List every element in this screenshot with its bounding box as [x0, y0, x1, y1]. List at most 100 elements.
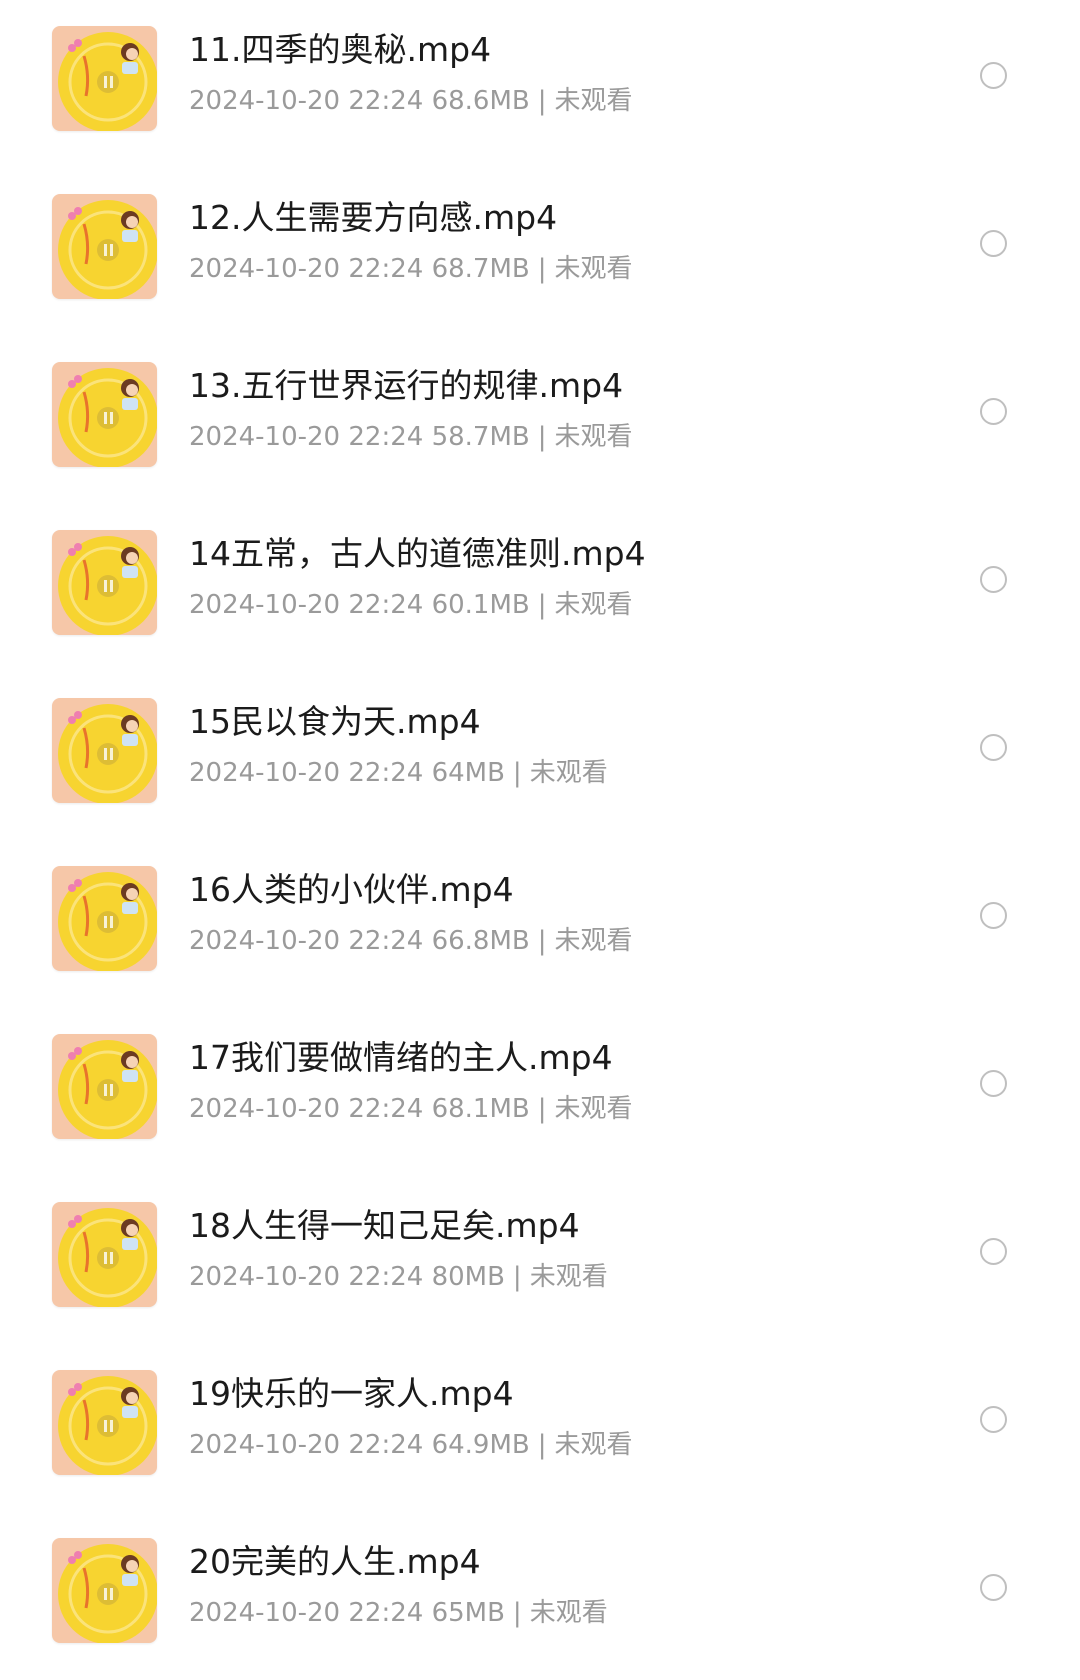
- video-thumbnail-icon[interactable]: [52, 362, 157, 467]
- select-radio[interactable]: [980, 902, 1007, 929]
- thumbnail-artwork: [58, 872, 157, 971]
- list-item[interactable]: 18人生得一知己足矣.mp4 2024-10-20 22:24 80MB | 未观看: [0, 1176, 1080, 1344]
- file-title: 18人生得一知己足矣.mp4: [189, 1206, 580, 1245]
- video-thumbnail-icon[interactable]: [52, 1370, 157, 1475]
- file-size: 64MB: [431, 758, 505, 788]
- select-radio[interactable]: [980, 1070, 1007, 1097]
- select-radio[interactable]: [980, 734, 1007, 761]
- meta-separator: |: [537, 422, 547, 452]
- file-title: 20完美的人生.mp4: [189, 1542, 481, 1581]
- watch-status: 未观看: [554, 254, 633, 284]
- thumbnail-artwork: [58, 368, 157, 467]
- list-item[interactable]: 16人类的小伙伴.mp4 2024-10-20 22:24 66.8MB | 未观看: [0, 840, 1080, 1008]
- meta-separator: |: [512, 1598, 522, 1628]
- select-radio[interactable]: [980, 1406, 1007, 1433]
- file-meta: 2024-10-20 22:24 68.7MB | 未观看: [189, 252, 633, 286]
- file-size: 60.1MB: [431, 590, 530, 620]
- list-item[interactable]: 17我们要做情绪的主人.mp4 2024-10-20 22:24 68.1MB |…: [0, 1008, 1080, 1176]
- file-date: 2024-10-20 22:24: [189, 254, 424, 284]
- thumbnail-artwork: [58, 32, 157, 131]
- video-thumbnail-icon[interactable]: [52, 530, 157, 635]
- thumbnail-artwork: [58, 1544, 157, 1643]
- file-date: 2024-10-20 22:24: [189, 1094, 424, 1124]
- watch-status: 未观看: [554, 1430, 633, 1460]
- thumbnail-artwork: [58, 200, 157, 299]
- watch-status: 未观看: [554, 926, 633, 956]
- thumbnail-artwork: [58, 704, 157, 803]
- select-radio[interactable]: [980, 1238, 1007, 1265]
- meta-separator: |: [537, 590, 547, 620]
- list-item[interactable]: 14五常，古人的道德准则.mp4 2024-10-20 22:24 60.1MB…: [0, 504, 1080, 672]
- file-meta: 2024-10-20 22:24 64MB | 未观看: [189, 756, 608, 790]
- file-date: 2024-10-20 22:24: [189, 1598, 424, 1628]
- list-item[interactable]: 13.五行世界运行的规律.mp4 2024-10-20 22:24 58.7MB…: [0, 336, 1080, 504]
- meta-separator: |: [537, 86, 547, 116]
- file-list: 11.四季的奥秘.mp4 2024-10-20 22:24 68.6MB | 未观看…: [0, 0, 1080, 1658]
- file-meta: 2024-10-20 22:24 64.9MB | 未观看: [189, 1428, 633, 1462]
- file-size: 66.8MB: [431, 926, 530, 956]
- thumbnail-artwork: [58, 536, 157, 635]
- file-size: 65MB: [431, 1598, 505, 1628]
- video-thumbnail-icon[interactable]: [52, 1202, 157, 1307]
- file-date: 2024-10-20 22:24: [189, 422, 424, 452]
- watch-status: 未观看: [529, 758, 608, 788]
- file-title: 12.人生需要方向感.mp4: [189, 198, 558, 237]
- meta-separator: |: [512, 1262, 522, 1292]
- meta-separator: |: [537, 926, 547, 956]
- file-date: 2024-10-20 22:24: [189, 758, 424, 788]
- list-item[interactable]: 20完美的人生.mp4 2024-10-20 22:24 65MB | 未观看: [0, 1512, 1080, 1680]
- file-size: 64.9MB: [431, 1430, 530, 1460]
- meta-separator: |: [537, 254, 547, 284]
- list-item[interactable]: 15民以食为天.mp4 2024-10-20 22:24 64MB | 未观看: [0, 672, 1080, 840]
- file-meta: 2024-10-20 22:24 66.8MB | 未观看: [189, 924, 633, 958]
- watch-status: 未观看: [554, 86, 633, 116]
- select-radio[interactable]: [980, 230, 1007, 257]
- video-thumbnail-icon[interactable]: [52, 866, 157, 971]
- watch-status: 未观看: [529, 1262, 608, 1292]
- file-size: 80MB: [431, 1262, 505, 1292]
- thumbnail-artwork: [58, 1208, 157, 1307]
- thumbnail-artwork: [58, 1040, 157, 1139]
- select-radio[interactable]: [980, 62, 1007, 89]
- file-title: 11.四季的奥秘.mp4: [189, 30, 492, 69]
- list-item[interactable]: 19快乐的一家人.mp4 2024-10-20 22:24 64.9MB | 未观看: [0, 1344, 1080, 1512]
- file-date: 2024-10-20 22:24: [189, 590, 424, 620]
- video-thumbnail-icon[interactable]: [52, 1034, 157, 1139]
- video-thumbnail-icon[interactable]: [52, 26, 157, 131]
- meta-separator: |: [537, 1094, 547, 1124]
- watch-status: 未观看: [529, 1598, 608, 1628]
- file-meta: 2024-10-20 22:24 68.1MB | 未观看: [189, 1092, 633, 1126]
- file-title: 15民以食为天.mp4: [189, 702, 481, 741]
- file-size: 68.1MB: [431, 1094, 530, 1124]
- select-radio[interactable]: [980, 1574, 1007, 1601]
- file-size: 68.6MB: [431, 86, 530, 116]
- file-meta: 2024-10-20 22:24 58.7MB | 未观看: [189, 420, 633, 454]
- file-meta: 2024-10-20 22:24 80MB | 未观看: [189, 1260, 608, 1294]
- select-radio[interactable]: [980, 566, 1007, 593]
- file-size: 58.7MB: [431, 422, 530, 452]
- list-item[interactable]: 12.人生需要方向感.mp4 2024-10-20 22:24 68.7MB | 未…: [0, 168, 1080, 336]
- video-thumbnail-icon[interactable]: [52, 194, 157, 299]
- file-title: 16人类的小伙伴.mp4: [189, 870, 514, 909]
- meta-separator: |: [537, 1430, 547, 1460]
- watch-status: 未观看: [554, 422, 633, 452]
- meta-separator: |: [512, 758, 522, 788]
- file-title: 13.五行世界运行的规律.mp4: [189, 366, 624, 405]
- file-meta: 2024-10-20 22:24 65MB | 未观看: [189, 1596, 608, 1630]
- thumbnail-artwork: [58, 1376, 157, 1475]
- file-title: 14五常，古人的道德准则.mp4: [189, 534, 646, 573]
- file-size: 68.7MB: [431, 254, 530, 284]
- file-meta: 2024-10-20 22:24 60.1MB | 未观看: [189, 588, 633, 622]
- video-thumbnail-icon[interactable]: [52, 698, 157, 803]
- file-meta: 2024-10-20 22:24 68.6MB | 未观看: [189, 84, 633, 118]
- list-item[interactable]: 11.四季的奥秘.mp4 2024-10-20 22:24 68.6MB | 未观看: [0, 0, 1080, 168]
- watch-status: 未观看: [554, 590, 633, 620]
- file-date: 2024-10-20 22:24: [189, 1262, 424, 1292]
- file-date: 2024-10-20 22:24: [189, 86, 424, 116]
- watch-status: 未观看: [554, 1094, 633, 1124]
- file-date: 2024-10-20 22:24: [189, 926, 424, 956]
- video-thumbnail-icon[interactable]: [52, 1538, 157, 1643]
- file-date: 2024-10-20 22:24: [189, 1430, 424, 1460]
- select-radio[interactable]: [980, 398, 1007, 425]
- file-title: 19快乐的一家人.mp4: [189, 1374, 514, 1413]
